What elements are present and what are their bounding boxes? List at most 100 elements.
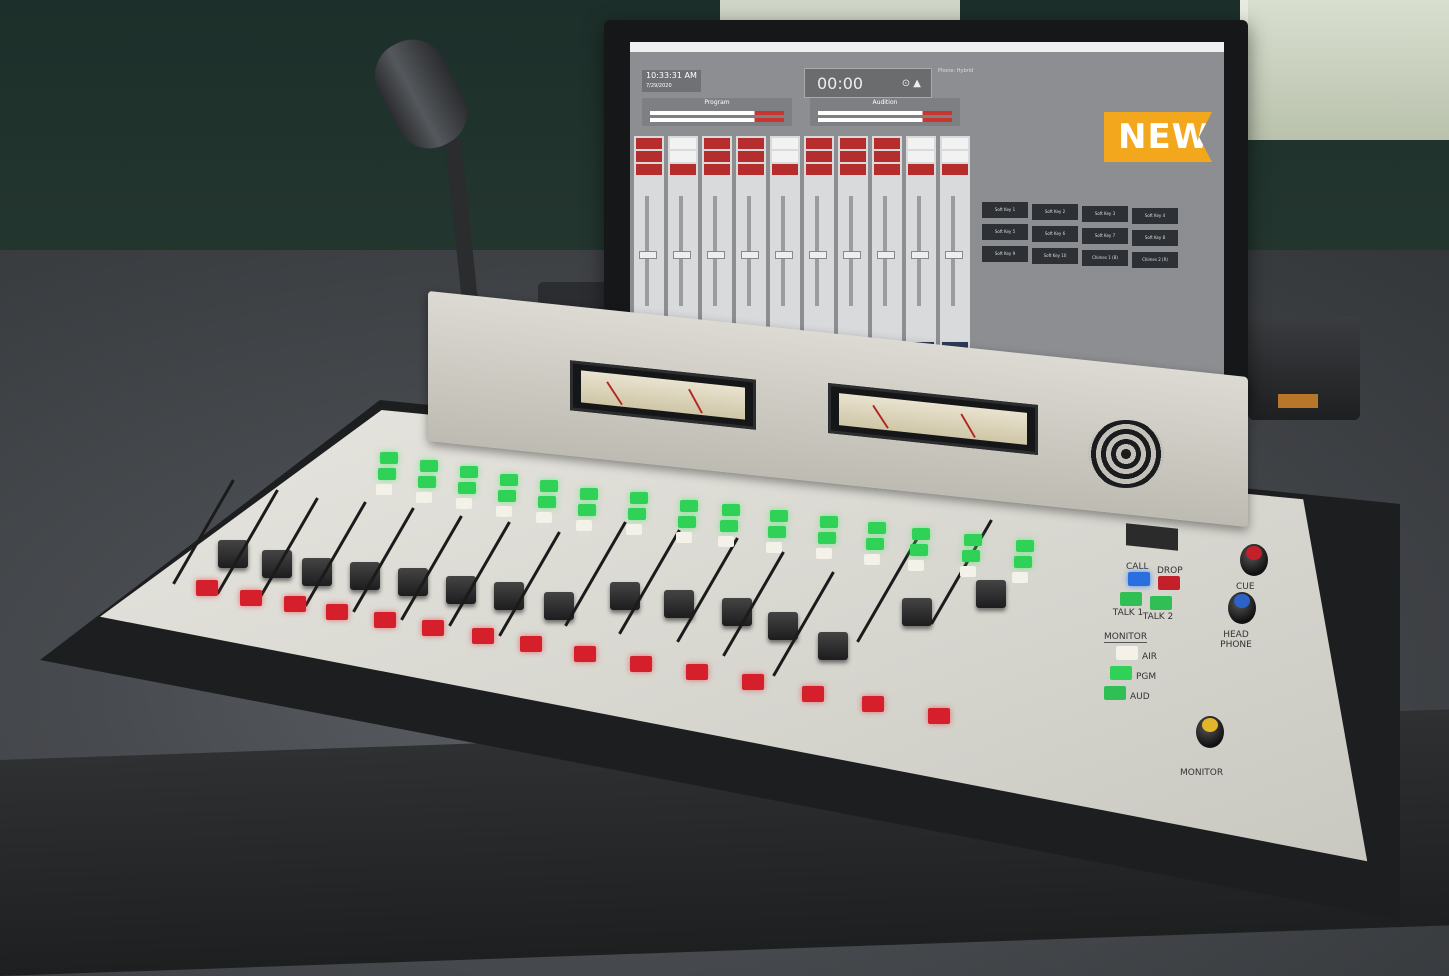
- soft-key-button[interactable]: Soft Key 4: [1132, 208, 1178, 224]
- soft-key-button[interactable]: Chimes 2 (R): [1132, 252, 1178, 268]
- cue-button[interactable]: [536, 512, 552, 523]
- aud-led-button[interactable]: [628, 508, 646, 520]
- pgm-led-button[interactable]: [770, 510, 788, 522]
- channel-on-button[interactable]: [472, 628, 494, 644]
- talk2-button[interactable]: [1150, 596, 1172, 610]
- pgm-led-button[interactable]: [460, 466, 478, 478]
- screen-fader-cap[interactable]: [911, 251, 929, 259]
- channel-on-button[interactable]: [574, 646, 596, 662]
- cue-knob-icon[interactable]: [1240, 544, 1268, 576]
- channel-on-button[interactable]: [374, 612, 396, 628]
- pgm-led-button[interactable]: [420, 460, 438, 472]
- screen-channel-button[interactable]: [806, 138, 832, 149]
- cue-button[interactable]: [766, 542, 782, 553]
- aud-led-button[interactable]: [768, 526, 786, 538]
- cue-button[interactable]: [676, 532, 692, 543]
- channel-on-button[interactable]: [422, 620, 444, 636]
- cue-button[interactable]: [1012, 572, 1028, 583]
- air-button[interactable]: [1116, 646, 1138, 660]
- cue-button[interactable]: [718, 536, 734, 547]
- channel-on-button[interactable]: [928, 708, 950, 724]
- screen-channel-button[interactable]: [874, 138, 900, 149]
- aud-led-button[interactable]: [538, 496, 556, 508]
- drop-button[interactable]: [1158, 576, 1180, 590]
- soft-key-button[interactable]: Soft Key 3: [1082, 206, 1128, 222]
- channel-on-button[interactable]: [742, 674, 764, 690]
- soft-key-button[interactable]: Soft Key 8: [1132, 230, 1178, 246]
- screen-channel-button[interactable]: [772, 151, 798, 162]
- cue-button[interactable]: [376, 484, 392, 495]
- screen-channel-button[interactable]: [840, 138, 866, 149]
- screen-channel-button[interactable]: [908, 164, 934, 175]
- aud-led-button[interactable]: [418, 476, 436, 488]
- screen-fader-cap[interactable]: [775, 251, 793, 259]
- screen-channel-button[interactable]: [704, 138, 730, 149]
- pgm-monitor-button[interactable]: [1110, 666, 1132, 680]
- channel-on-button[interactable]: [196, 580, 218, 596]
- screen-channel-button[interactable]: [806, 151, 832, 162]
- screen-channel-button[interactable]: [874, 151, 900, 162]
- screen-channel-button[interactable]: [738, 164, 764, 175]
- channel-on-button[interactable]: [630, 656, 652, 672]
- screen-channel-button[interactable]: [670, 164, 696, 175]
- cue-button[interactable]: [576, 520, 592, 531]
- aud-led-button[interactable]: [910, 544, 928, 556]
- screen-channel-button[interactable]: [942, 151, 968, 162]
- screen-channel-button[interactable]: [772, 164, 798, 175]
- cue-button[interactable]: [908, 560, 924, 571]
- screen-channel-button[interactable]: [636, 151, 662, 162]
- cue-button[interactable]: [816, 548, 832, 559]
- cue-button[interactable]: [416, 492, 432, 503]
- timer-display[interactable]: 00:00 ⊙ ▲: [804, 68, 932, 98]
- aud-led-button[interactable]: [378, 468, 396, 480]
- screen-fader-cap[interactable]: [877, 251, 895, 259]
- aud-led-button[interactable]: [962, 550, 980, 562]
- screen-channel-button[interactable]: [908, 151, 934, 162]
- channel-on-button[interactable]: [686, 664, 708, 680]
- cue-button[interactable]: [960, 566, 976, 577]
- aud-led-button[interactable]: [866, 538, 884, 550]
- soft-key-button[interactable]: Soft Key 5: [982, 224, 1028, 240]
- aud-led-button[interactable]: [578, 504, 596, 516]
- channel-on-button[interactable]: [802, 686, 824, 702]
- channel-on-button[interactable]: [326, 604, 348, 620]
- screen-fader-cap[interactable]: [673, 251, 691, 259]
- aud-led-button[interactable]: [458, 482, 476, 494]
- pgm-led-button[interactable]: [1016, 540, 1034, 552]
- monitor-knob-icon[interactable]: [1196, 716, 1224, 748]
- screen-channel-button[interactable]: [636, 164, 662, 175]
- screen-channel-button[interactable]: [840, 164, 866, 175]
- aud-led-button[interactable]: [678, 516, 696, 528]
- aud-led-button[interactable]: [818, 532, 836, 544]
- screen-channel-button[interactable]: [636, 138, 662, 149]
- screen-fader-cap[interactable]: [809, 251, 827, 259]
- aud-led-button[interactable]: [720, 520, 738, 532]
- screen-channel-button[interactable]: [840, 151, 866, 162]
- screen-channel-button[interactable]: [738, 138, 764, 149]
- pgm-led-button[interactable]: [580, 488, 598, 500]
- screen-fader-cap[interactable]: [639, 251, 657, 259]
- cue-button[interactable]: [626, 524, 642, 535]
- pgm-led-button[interactable]: [380, 452, 398, 464]
- screen-channel-button[interactable]: [772, 138, 798, 149]
- channel-on-button[interactable]: [862, 696, 884, 712]
- channel-on-button[interactable]: [520, 636, 542, 652]
- cue-button[interactable]: [496, 506, 512, 517]
- call-button[interactable]: [1128, 572, 1150, 586]
- pgm-led-button[interactable]: [964, 534, 982, 546]
- channel-on-button[interactable]: [240, 590, 262, 606]
- soft-key-button[interactable]: Soft Key 9: [982, 246, 1028, 262]
- soft-key-button[interactable]: Chimes 1 (B): [1082, 250, 1128, 266]
- screen-fader-cap[interactable]: [741, 251, 759, 259]
- pgm-led-button[interactable]: [540, 480, 558, 492]
- screen-channel-button[interactable]: [738, 151, 764, 162]
- screen-channel-button[interactable]: [704, 151, 730, 162]
- pgm-led-button[interactable]: [680, 500, 698, 512]
- screen-channel-button[interactable]: [942, 164, 968, 175]
- play-icon[interactable]: ⊙ ▲: [902, 69, 921, 99]
- screen-channel-button[interactable]: [874, 164, 900, 175]
- screen-channel-button[interactable]: [704, 164, 730, 175]
- screen-fader-cap[interactable]: [843, 251, 861, 259]
- cue-button[interactable]: [456, 498, 472, 509]
- soft-key-button[interactable]: Soft Key 2: [1032, 204, 1078, 220]
